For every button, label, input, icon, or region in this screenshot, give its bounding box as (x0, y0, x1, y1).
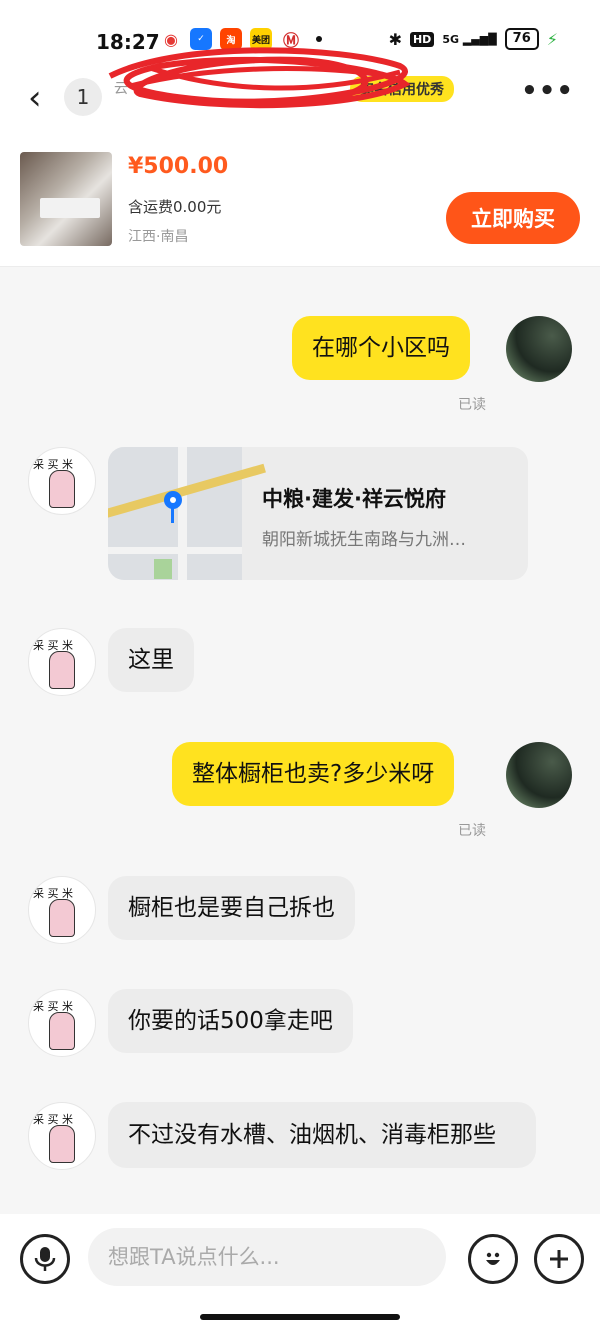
map-thumbnail (108, 447, 266, 580)
voice-input-button[interactable] (20, 1234, 70, 1284)
redaction-scribble (108, 47, 411, 109)
more-notifications-dot (316, 36, 322, 42)
chat-header: ‹ 1 云 实名信用优秀 ••• (0, 47, 600, 140)
read-receipt: 已读 (458, 823, 486, 839)
smiley-icon (486, 1252, 500, 1265)
seller-message-bubble[interactable]: 橱柜也是要自己拆也 (108, 876, 355, 940)
read-receipt: 已读 (458, 397, 486, 413)
input-bar (0, 1214, 600, 1306)
product-card[interactable]: ¥500.00 含运费0.00元 江西·南昌 立即购买 (0, 140, 600, 267)
message-input[interactable] (88, 1228, 446, 1286)
battery-icon: 76 (504, 28, 539, 50)
shipping-fee: 含运费0.00元 (128, 198, 222, 216)
add-attachment-button[interactable] (534, 1234, 584, 1284)
plus-icon (550, 1250, 568, 1268)
back-chevron-icon[interactable]: ‹ (28, 78, 42, 118)
product-location: 江西·南昌 (128, 229, 189, 245)
seller-avatar[interactable] (28, 989, 96, 1057)
buy-now-button[interactable]: 立即购买 (446, 192, 580, 244)
my-avatar[interactable] (506, 316, 572, 382)
seller-message-bubble[interactable]: 这里 (108, 628, 194, 692)
microphone-icon (34, 1247, 56, 1271)
seller-message-bubble[interactable]: 你要的话500拿走吧 (108, 989, 353, 1053)
hd-badge: HD (409, 31, 435, 47)
unread-count-badge[interactable]: 1 (64, 78, 102, 116)
seller-avatar[interactable] (28, 1102, 96, 1170)
my-message-bubble[interactable]: 整体橱柜也卖?多少米呀 (172, 742, 455, 806)
product-price: ¥500.00 (128, 154, 229, 179)
more-options-icon[interactable]: ••• (521, 76, 574, 106)
seller-message-bubble[interactable]: 不过没有水槽、油烟机、消毒柜那些 (108, 1102, 536, 1168)
emoji-button[interactable] (468, 1234, 518, 1284)
charging-icon: ⚡ (546, 29, 558, 49)
map-pin-icon (164, 491, 182, 523)
signal-icon: 5G ▂▄▆█ (442, 32, 497, 46)
location-address: 朝阳新城抚生南路与九洲… (262, 530, 466, 550)
home-indicator[interactable] (200, 1314, 400, 1320)
my-avatar[interactable] (506, 742, 572, 808)
location-card[interactable]: 中粮·建发·祥云悦府 朝阳新城抚生南路与九洲… (108, 447, 528, 580)
seller-avatar[interactable] (28, 447, 96, 515)
seller-avatar[interactable] (28, 876, 96, 944)
gesture-bar (0, 1306, 600, 1333)
network-label: 5G (442, 32, 459, 46)
seller-avatar[interactable] (28, 628, 96, 696)
product-thumbnail[interactable] (20, 152, 112, 246)
location-title: 中粮·建发·祥云悦府 (262, 487, 446, 511)
my-message-bubble[interactable]: 在哪个小区吗 (292, 316, 470, 380)
